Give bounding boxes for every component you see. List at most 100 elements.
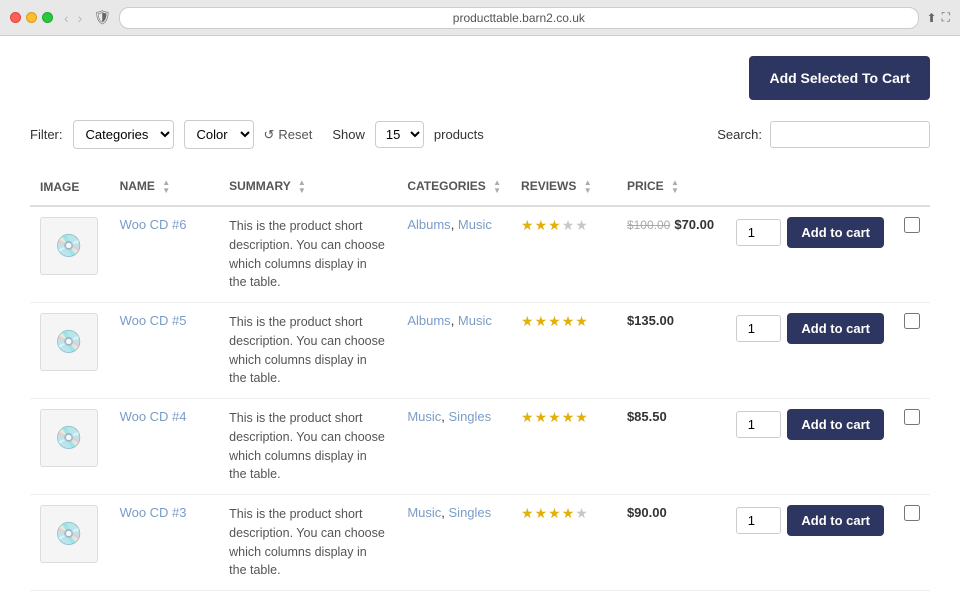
product-summary: This is the product short description. Y… xyxy=(229,313,387,388)
product-name-link[interactable]: Woo CD #6 xyxy=(120,217,187,232)
sort-arrows-name: ▲ ▼ xyxy=(162,179,170,195)
star-icon: ★ xyxy=(535,217,548,234)
product-price-cell: $85.50 xyxy=(617,399,726,495)
col-header-select xyxy=(894,169,930,206)
quantity-input[interactable] xyxy=(736,411,781,438)
search-label: Search: xyxy=(717,127,762,142)
window-buttons: ⬆ ⛶ xyxy=(927,10,950,25)
add-selected-to-cart-button[interactable]: Add Selected To Cart xyxy=(749,56,930,100)
add-to-cart-button[interactable]: Add to cart xyxy=(787,313,884,344)
product-stars: ★★★★★ xyxy=(521,409,607,426)
filter-row: Filter: Categories Color ↺ Reset Show 15… xyxy=(30,120,930,149)
add-to-cart-button[interactable]: Add to cart xyxy=(787,409,884,440)
filter-label: Filter: xyxy=(30,127,63,142)
traffic-lights xyxy=(10,12,53,23)
back-button[interactable]: ‹ xyxy=(61,10,72,26)
star-icon: ★ xyxy=(562,313,575,330)
product-name-link[interactable]: Woo CD #3 xyxy=(120,505,187,520)
sort-arrows-reviews: ▲ ▼ xyxy=(584,179,592,195)
search-area: Search: xyxy=(717,121,930,148)
fullscreen-button[interactable]: ⛶ xyxy=(942,10,950,25)
products-table: IMAGE NAME ▲ ▼ SUMMARY ▲ ▼ xyxy=(30,169,930,591)
col-header-price[interactable]: PRICE ▲ ▼ xyxy=(617,169,726,206)
product-name-cell: Woo CD #4 xyxy=(110,399,220,495)
products-label: products xyxy=(434,127,484,142)
product-action-cell: Add to cart xyxy=(726,206,894,303)
original-price: $100.00 xyxy=(627,218,670,232)
page-content: Add Selected To Cart Filter: Categories … xyxy=(0,36,960,611)
show-label: Show xyxy=(332,127,365,142)
reset-icon: ↺ xyxy=(264,127,275,143)
product-name-link[interactable]: Woo CD #5 xyxy=(120,313,187,328)
product-reviews-cell: ★★★★★ xyxy=(511,495,617,591)
url-bar[interactable]: producttable.barn2.co.uk xyxy=(119,7,918,29)
product-image: 💿 xyxy=(40,217,98,275)
table-row: 💿 Woo CD #5 This is the product short desc… xyxy=(30,303,930,399)
col-header-categories[interactable]: CATEGORIES ▲ ▼ xyxy=(397,169,511,206)
col-header-image: IMAGE xyxy=(30,169,110,206)
categories-filter[interactable]: Categories xyxy=(73,120,174,149)
sort-arrows-price: ▲ ▼ xyxy=(671,179,679,195)
category-link[interactable]: Albums xyxy=(407,217,450,232)
category-link[interactable]: Music xyxy=(458,313,492,328)
nav-buttons: ‹ › xyxy=(61,10,85,26)
minimize-button[interactable] xyxy=(26,12,37,23)
category-link[interactable]: Albums xyxy=(407,313,450,328)
color-filter[interactable]: Color xyxy=(184,120,254,149)
star-icon: ★ xyxy=(548,217,561,234)
star-icon: ★ xyxy=(535,505,548,522)
product-name-link[interactable]: Woo CD #4 xyxy=(120,409,187,424)
url-text: producttable.barn2.co.uk xyxy=(453,11,585,25)
add-to-cart-button[interactable]: Add to cart xyxy=(787,505,884,536)
search-input[interactable] xyxy=(770,121,930,148)
star-icon: ★ xyxy=(535,313,548,330)
category-link[interactable]: Singles xyxy=(449,505,492,520)
star-icon: ★ xyxy=(548,409,561,426)
product-reviews-cell: ★★★★★ xyxy=(511,206,617,303)
product-name-cell: Woo CD #6 xyxy=(110,206,220,303)
forward-button[interactable]: › xyxy=(75,10,86,26)
regular-price: $135.00 xyxy=(627,313,674,328)
category-link[interactable]: Music xyxy=(407,505,441,520)
star-icon: ★ xyxy=(521,505,534,522)
product-summary-cell: This is the product short description. Y… xyxy=(219,206,397,303)
add-to-cart-button[interactable]: Add to cart xyxy=(787,217,884,248)
per-page-select[interactable]: 15 25 50 xyxy=(375,121,424,148)
quantity-input[interactable] xyxy=(736,507,781,534)
sort-arrows-categories: ▲ ▼ xyxy=(493,179,501,195)
product-categories-cell: Albums, Music xyxy=(397,303,511,399)
star-icon: ★ xyxy=(575,409,588,426)
product-stars: ★★★★★ xyxy=(521,313,607,330)
col-header-actions xyxy=(726,169,894,206)
star-icon: ★ xyxy=(548,313,561,330)
table-row: 💿Woo CD #4This is the product short desc… xyxy=(30,399,930,495)
product-action-cell: Add to cart xyxy=(726,495,894,591)
row-select-checkbox[interactable] xyxy=(904,217,920,233)
star-icon: ★ xyxy=(535,409,548,426)
table-row: 💿 Woo CD #6 This is the product short desc… xyxy=(30,206,930,303)
product-select-cell xyxy=(894,303,930,399)
product-select-cell xyxy=(894,495,930,591)
regular-price: $90.00 xyxy=(627,505,667,520)
product-price-cell: $135.00 xyxy=(617,303,726,399)
row-select-checkbox[interactable] xyxy=(904,505,920,521)
category-link[interactable]: Music xyxy=(407,409,441,424)
product-summary: This is the product short description. Y… xyxy=(229,409,387,484)
reset-button[interactable]: ↺ Reset xyxy=(264,127,313,143)
col-header-summary[interactable]: SUMMARY ▲ ▼ xyxy=(219,169,397,206)
product-image-cell: 💿 xyxy=(30,303,110,399)
col-header-reviews[interactable]: REVIEWS ▲ ▼ xyxy=(511,169,617,206)
share-button[interactable]: ⬆ xyxy=(927,10,937,25)
row-select-checkbox[interactable] xyxy=(904,313,920,329)
close-button[interactable] xyxy=(10,12,21,23)
col-header-name[interactable]: NAME ▲ ▼ xyxy=(110,169,220,206)
product-summary-cell: This is the product short description. Y… xyxy=(219,303,397,399)
category-link[interactable]: Singles xyxy=(449,409,492,424)
row-select-checkbox[interactable] xyxy=(904,409,920,425)
category-link[interactable]: Music xyxy=(458,217,492,232)
regular-price: $85.50 xyxy=(627,409,667,424)
quantity-input[interactable] xyxy=(736,315,781,342)
sale-price: $70.00 xyxy=(674,217,714,232)
maximize-button[interactable] xyxy=(42,12,53,23)
quantity-input[interactable] xyxy=(736,219,781,246)
